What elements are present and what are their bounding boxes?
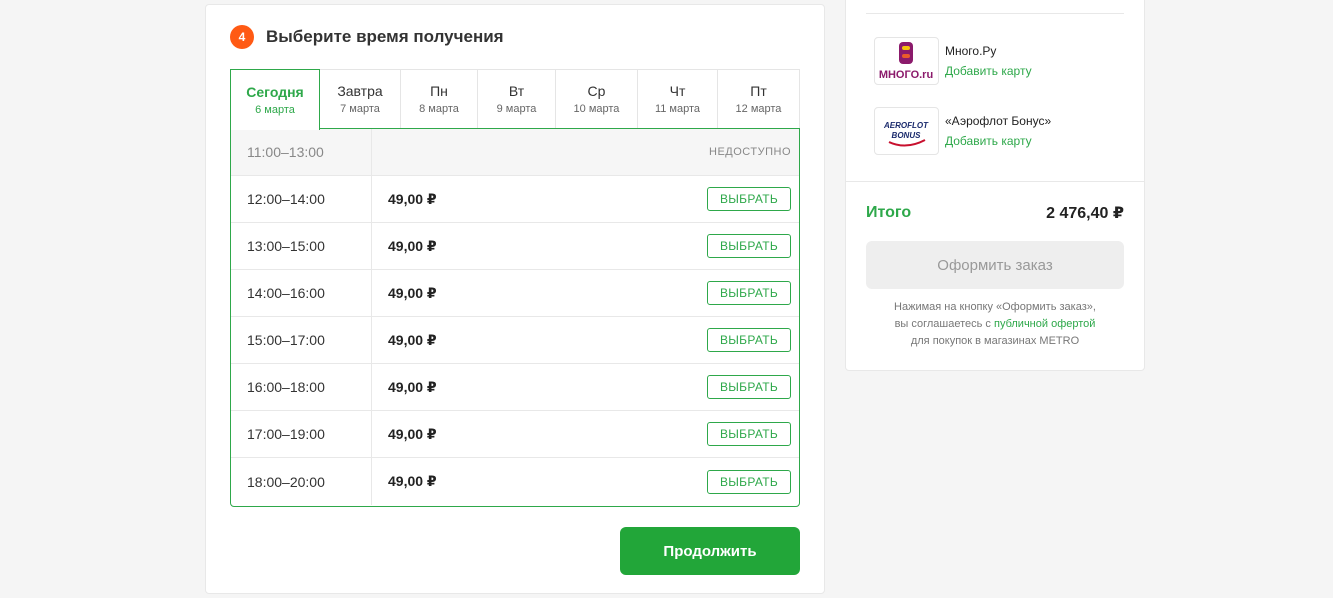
tab-date-label: 6 марта <box>255 104 295 116</box>
slot-body: 49,00 ₽ ВЫБРАТЬ <box>372 411 799 457</box>
continue-button[interactable]: Продолжить <box>620 527 800 575</box>
tab-thursday[interactable]: Чт 11 марта <box>638 69 718 129</box>
tab-day-label: Пн <box>430 83 448 99</box>
time-slot-row: 14:00–16:00 49,00 ₽ ВЫБРАТЬ <box>231 270 799 317</box>
tab-tuesday[interactable]: Вт 9 марта <box>478 69 556 129</box>
tab-day-label: Пт <box>750 83 767 99</box>
slot-time: 15:00–17:00 <box>231 317 372 363</box>
slot-price: 49,00 ₽ <box>388 190 437 207</box>
slot-time: 13:00–15:00 <box>231 223 372 269</box>
disclaimer-line: Нажимая на кнопку «Оформить заказ», <box>894 301 1096 313</box>
slot-price: 49,00 ₽ <box>388 378 437 395</box>
tab-day-label: Вт <box>508 83 525 99</box>
tab-date-label: 7 марта <box>340 103 380 115</box>
slot-time: 12:00–14:00 <box>231 176 372 222</box>
public-offer-link[interactable]: публичной офертой <box>994 318 1095 330</box>
select-slot-button[interactable]: ВЫБРАТЬ <box>707 328 791 352</box>
loyalty-aeroflot-bonus: AEROFLOT BONUS «Аэрофлот Бонус» Добавить… <box>874 107 1051 155</box>
time-slot-row: 11:00–13:00 НЕДОСТУПНО <box>231 129 799 176</box>
slot-time: 16:00–18:00 <box>231 364 372 410</box>
loyalty-program-name: Много.Ру <box>945 44 997 58</box>
select-slot-button[interactable]: ВЫБРАТЬ <box>707 375 791 399</box>
place-order-button[interactable]: Оформить заказ <box>866 241 1124 289</box>
loyalty-text: Много.Ру Добавить карту <box>945 44 1032 78</box>
time-slot-row: 15:00–17:00 49,00 ₽ ВЫБРАТЬ <box>231 317 799 364</box>
tab-friday[interactable]: Пт 12 марта <box>718 69 800 129</box>
slot-body: НЕДОСТУПНО <box>372 129 799 175</box>
slot-price: 49,00 ₽ <box>388 425 437 442</box>
loyalty-mnogo-ru: МНОГО.ru Много.Ру Добавить карту <box>874 37 1032 85</box>
tab-date-label: 12 марта <box>735 103 782 115</box>
mnogo-ru-logo-text: МНОГО.ru <box>879 69 933 81</box>
tab-today[interactable]: Сегодня 6 марта <box>230 69 320 130</box>
order-disclaimer: Нажимая на кнопку «Оформить заказ», вы с… <box>866 299 1124 350</box>
slot-body: 49,00 ₽ ВЫБРАТЬ <box>372 223 799 269</box>
slot-body: 49,00 ₽ ВЫБРАТЬ <box>372 364 799 410</box>
tab-tomorrow[interactable]: Завтра 7 марта <box>320 69 401 129</box>
tab-monday[interactable]: Пн 8 марта <box>401 69 478 129</box>
time-slot-row: 17:00–19:00 49,00 ₽ ВЫБРАТЬ <box>231 411 799 458</box>
select-slot-button[interactable]: ВЫБРАТЬ <box>707 234 791 258</box>
slot-price: 49,00 ₽ <box>388 473 437 489</box>
tab-wednesday[interactable]: Ср 10 марта <box>556 69 638 129</box>
select-slot-button[interactable]: ВЫБРАТЬ <box>707 281 791 305</box>
aeroflot-bonus-logo: AEROFLOT BONUS <box>874 107 939 155</box>
time-slot-row: 13:00–15:00 49,00 ₽ ВЫБРАТЬ <box>231 223 799 270</box>
time-slot-row: 16:00–18:00 49,00 ₽ ВЫБРАТЬ <box>231 364 799 411</box>
divider <box>846 181 1144 182</box>
select-slot-button[interactable]: ВЫБРАТЬ <box>707 422 791 446</box>
loyalty-program-name: «Аэрофлот Бонус» <box>945 114 1052 128</box>
loyalty-text: «Аэрофлот Бонус» Добавить карту <box>945 114 1051 148</box>
tab-date-label: 10 марта <box>573 103 620 115</box>
time-slots-list: 11:00–13:00 НЕДОСТУПНО 12:00–14:00 49,00… <box>230 128 800 507</box>
step-number-badge: 4 <box>230 25 254 49</box>
tab-date-label: 9 марта <box>496 103 537 115</box>
slot-price: 49,00 ₽ <box>388 284 437 301</box>
total-label: Итого <box>866 204 912 221</box>
slot-body: 49,00 ₽ ВЫБРАТЬ <box>372 458 799 505</box>
total-row: Итого 2 476,40 ₽ <box>866 203 1124 223</box>
step-header: 4 Выберите время получения <box>230 25 504 49</box>
tab-day-label: Чт <box>669 83 686 99</box>
time-slot-row: 18:00–20:00 49,00 ₽ ВЫБРАТЬ <box>231 458 799 505</box>
slot-time: 14:00–16:00 <box>231 270 372 316</box>
bonus-logo-text: BONUS <box>892 131 922 140</box>
slot-price: 49,00 ₽ <box>388 331 437 348</box>
add-card-link[interactable]: Добавить карту <box>945 134 1051 148</box>
step-title: Выберите время получения <box>266 27 504 46</box>
slot-time: 18:00–20:00 <box>231 458 372 505</box>
slot-body: 49,00 ₽ ВЫБРАТЬ <box>372 176 799 222</box>
time-slot-row: 12:00–14:00 49,00 ₽ ВЫБРАТЬ <box>231 176 799 223</box>
select-slot-button[interactable]: ВЫБРАТЬ <box>707 469 791 494</box>
divider <box>866 13 1124 14</box>
tab-day-label: Ср <box>587 83 606 99</box>
aeroflot-bonus-logo-graphic: AEROFLOT BONUS <box>883 121 929 147</box>
aeroflot-logo-text: AEROFLOT <box>883 121 929 130</box>
tab-day-label: Завтра <box>337 83 383 99</box>
disclaimer-line: для покупок в магазинах METRO <box>910 335 1080 347</box>
slot-time: 17:00–19:00 <box>231 411 372 457</box>
slot-body: 49,00 ₽ ВЫБРАТЬ <box>372 270 799 316</box>
slot-body: 49,00 ₽ ВЫБРАТЬ <box>372 317 799 363</box>
mnogo-ru-logo-graphic: МНОГО.ru <box>879 42 933 81</box>
select-slot-button[interactable]: ВЫБРАТЬ <box>707 187 791 211</box>
slot-unavailable-label: НЕДОСТУПНО <box>709 146 791 158</box>
date-tabs: Сегодня 6 марта Завтра 7 марта Пн 8 март… <box>230 69 800 130</box>
slot-price: 49,00 ₽ <box>388 237 437 254</box>
tab-date-label: 11 марта <box>654 103 701 115</box>
tab-date-label: 8 марта <box>419 103 459 115</box>
disclaimer-text: вы соглашаетесь с <box>894 318 994 330</box>
order-summary-card: МНОГО.ru Много.Ру Добавить карту AEROFLO… <box>845 0 1145 371</box>
slot-time: 11:00–13:00 <box>231 129 372 175</box>
tab-day-label: Сегодня <box>246 84 304 100</box>
delivery-time-card: 4 Выберите время получения Сегодня 6 мар… <box>205 4 825 594</box>
add-card-link[interactable]: Добавить карту <box>945 64 1032 78</box>
disclaimer-line: вы соглашаетесь с публичной офертой <box>866 316 1124 333</box>
total-value: 2 476,40 ₽ <box>1046 205 1124 222</box>
mnogo-ru-logo: МНОГО.ru <box>874 37 939 85</box>
